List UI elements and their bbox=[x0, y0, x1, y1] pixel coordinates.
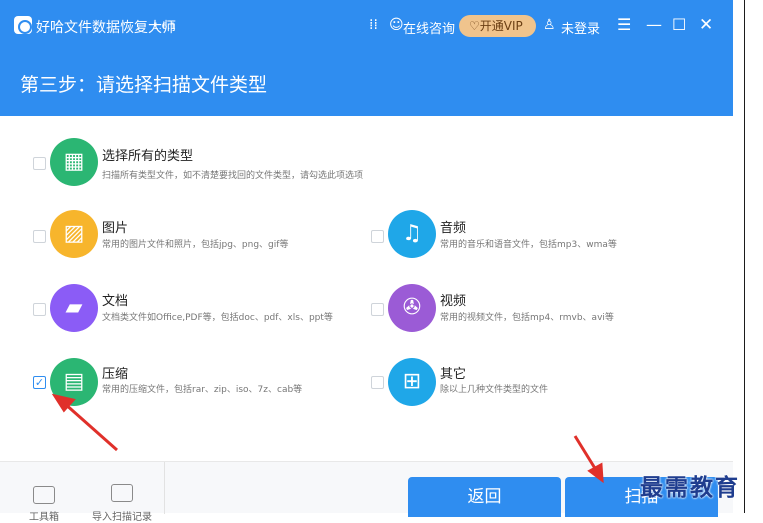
annotation-arrow-line-2 bbox=[573, 435, 598, 471]
annotation-arrow-line-1 bbox=[63, 401, 118, 452]
annotation-arrows bbox=[51, 393, 604, 484]
annotation-arrow-head-2 bbox=[587, 462, 604, 484]
watermark-text: 最需教育 bbox=[640, 474, 740, 501]
